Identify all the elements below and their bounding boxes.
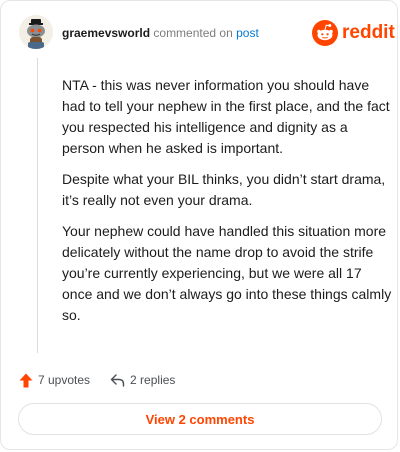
comment-paragraph: Your nephew could have handled this situ… — [62, 223, 392, 323]
reply-arrow-icon — [110, 373, 125, 387]
reddit-snoo-icon — [312, 20, 338, 46]
comment-card: graemevsworld commented on post reddit N… — [0, 0, 398, 450]
replies-button[interactable]: 2 replies — [110, 373, 175, 387]
view-comments-button[interactable]: View 2 comments — [18, 403, 382, 435]
thread-line[interactable] — [37, 58, 38, 353]
reddit-wordmark: reddit — [342, 22, 395, 43]
upvote-button[interactable]: 7 upvotes — [19, 373, 90, 388]
username[interactable]: graemevsworld — [62, 26, 150, 40]
comment-actions: 7 upvotes 2 replies — [19, 369, 175, 391]
reddit-logo[interactable]: reddit — [312, 20, 395, 46]
comment-paragraph: NTA - this was never information you sho… — [62, 77, 390, 156]
avatar[interactable] — [19, 15, 53, 49]
upvote-count: 7 upvotes — [38, 373, 91, 387]
comment-header: graemevsworld commented on post — [62, 26, 259, 40]
comment-body: NTA - this was never information you sho… — [62, 75, 392, 336]
replies-count: 2 replies — [130, 373, 176, 387]
upvote-arrow-icon — [19, 373, 33, 387]
comment-action-text: commented on — [153, 26, 233, 40]
comment-paragraph: Despite what your BIL thinks, you didn’t… — [62, 171, 386, 208]
post-link[interactable]: post — [236, 26, 259, 40]
snoo-avatar-icon — [19, 15, 53, 49]
